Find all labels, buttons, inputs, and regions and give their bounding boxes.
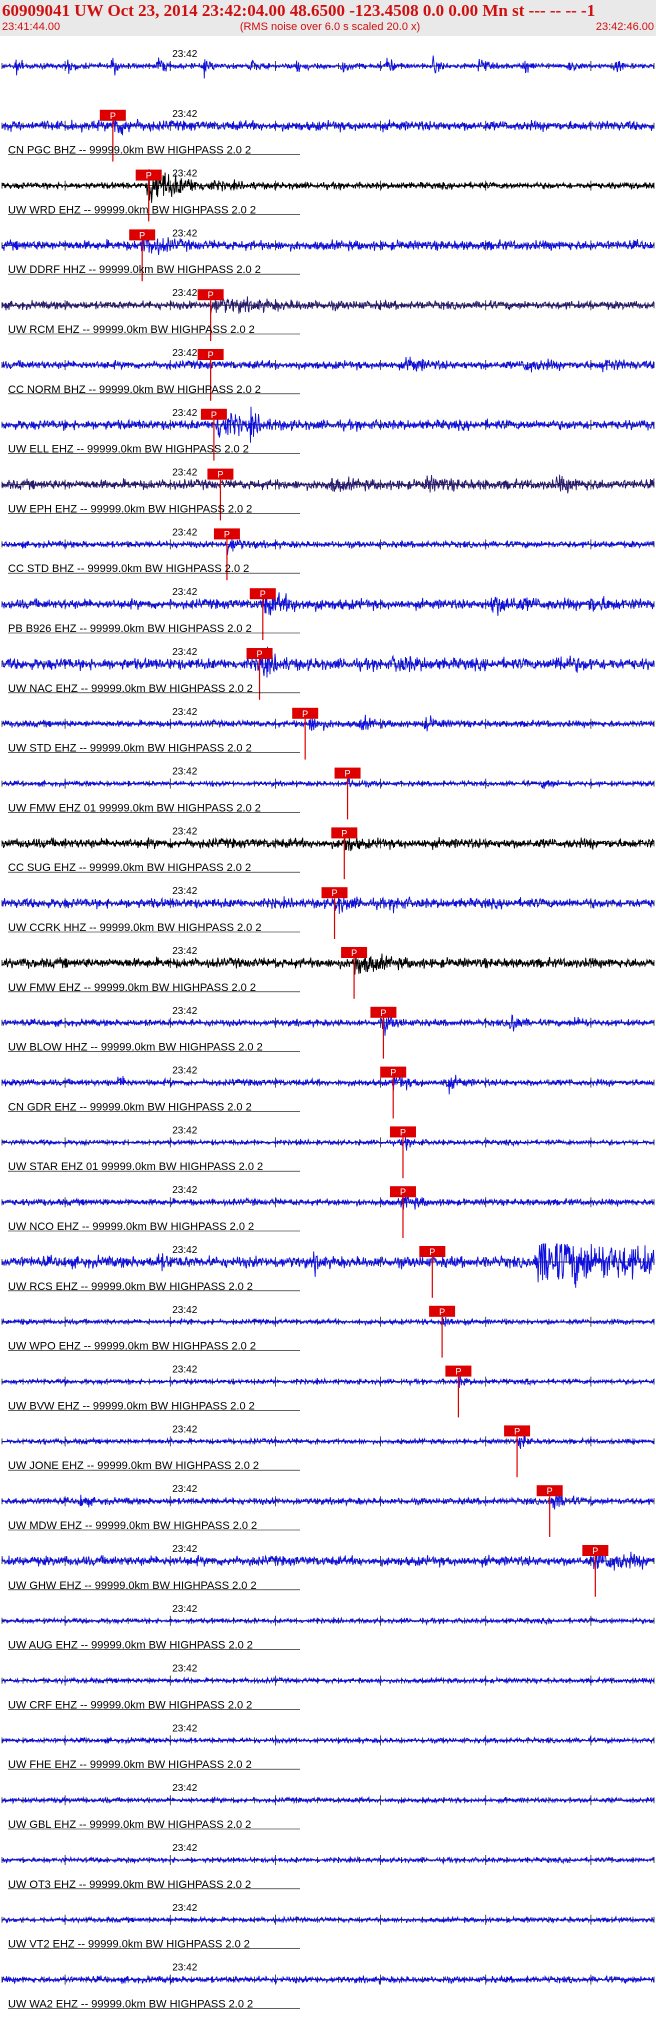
pick-label: P	[139, 230, 145, 240]
waveform-trace	[1, 1616, 655, 1626]
pick-label: P	[514, 1426, 520, 1436]
tick-label: 23:42	[172, 1066, 197, 1077]
tick-label: 23:42	[172, 1783, 197, 1794]
pick-label: P	[400, 1187, 406, 1197]
tick-label: 23:42	[172, 1664, 197, 1675]
tick-label: 23:42	[172, 228, 197, 239]
tick-label: 23:42	[172, 647, 197, 658]
waveform-trace	[1, 591, 655, 616]
pick-label: P	[146, 171, 152, 181]
pick-label: P	[208, 350, 214, 360]
waveform-trace	[1, 1014, 655, 1036]
tick-label: 23:42	[172, 1484, 197, 1495]
tick-label: 23:42	[172, 468, 197, 479]
waveform-trace	[1, 836, 655, 852]
waveform-trace	[1, 1546, 655, 1571]
tick-label: 23:42	[172, 109, 197, 120]
pick-label: P	[211, 410, 217, 420]
pick-label: P	[380, 1008, 386, 1018]
start-time: 23:41:44.00	[2, 21, 61, 33]
waveform-trace	[1, 646, 655, 678]
waveform-trace	[1, 1735, 655, 1745]
waveform-trace	[1, 1795, 655, 1805]
waveform-trace	[1, 474, 655, 494]
pick-label: P	[400, 1127, 406, 1137]
tick-label: 23:42	[172, 1185, 197, 1196]
tick-label: 23:42	[172, 1843, 197, 1854]
waveform-trace	[1, 229, 655, 255]
pick-label: P	[390, 1068, 396, 1078]
scale-note: (RMS noise over 6.0 s scaled 20.0 x)	[239, 21, 421, 33]
tick-label: 23:42	[172, 1903, 197, 1914]
waveform-trace	[1, 169, 655, 203]
pick-label: P	[257, 649, 263, 659]
event-title: 60909041 UW Oct 23, 2014 23:42:04.00 48.…	[2, 1, 596, 20]
tick-label: 23:42	[172, 49, 197, 60]
tick-label: 23:42	[172, 1245, 197, 1256]
tick-label: 23:42	[172, 527, 197, 538]
header-bar: 60909041 UW Oct 23, 2014 23:42:04.00 48.…	[0, 0, 656, 36]
waveform-trace	[1, 1435, 655, 1450]
tick-label: 23:42	[172, 1006, 197, 1017]
waveform-trace	[1, 356, 655, 373]
tick-label: 23:42	[172, 1125, 197, 1136]
tick-label: 23:42	[172, 1963, 197, 1974]
pick-label: P	[592, 1546, 598, 1556]
pick-label: P	[429, 1247, 435, 1257]
tick-label: 23:42	[172, 1723, 197, 1734]
seismogram-plot: 23:4223:42PCN PGC BHZ -- 99999.0km BW HI…	[1, 49, 655, 2010]
tick-label: 23:42	[172, 408, 197, 419]
waveform-trace	[1, 1375, 655, 1389]
pick-label: P	[224, 529, 230, 539]
tick-label: 23:42	[172, 1544, 197, 1555]
waveform-trace	[1, 1190, 655, 1210]
pick-label: P	[260, 589, 266, 599]
waveform-trace	[1, 1676, 655, 1685]
waveform-trace	[1, 1137, 655, 1151]
pick-label: P	[455, 1367, 461, 1377]
tick-label: 23:42	[172, 587, 197, 598]
tick-label: 23:42	[172, 1424, 197, 1435]
pick-label: P	[341, 828, 347, 838]
pick-label: P	[547, 1486, 553, 1496]
tick-label: 23:42	[172, 826, 197, 837]
pick-label: P	[439, 1307, 445, 1317]
tick-label: 23:42	[172, 348, 197, 359]
tick-label: 23:42	[172, 288, 197, 299]
pick-label: P	[351, 948, 357, 958]
tick-label: 23:42	[172, 946, 197, 957]
pick-label: P	[217, 470, 223, 480]
tick-label: 23:42	[172, 1305, 197, 1316]
tick-label: 23:42	[172, 886, 197, 897]
waveform-trace	[2, 117, 655, 136]
pick-label: P	[208, 290, 214, 300]
pick-label: P	[332, 888, 338, 898]
tick-label: 23:42	[172, 767, 197, 778]
pick-label: P	[110, 111, 116, 121]
pick-label: P	[345, 769, 351, 779]
waveform-trace	[1, 55, 655, 79]
tick-label: 23:42	[172, 1604, 197, 1615]
end-time: 23:42:46.00	[595, 21, 654, 33]
tick-label: 23:42	[172, 1365, 197, 1376]
waveform-trace	[1, 714, 655, 732]
tick-label: 23:42	[172, 707, 197, 718]
waveform-trace	[1, 539, 655, 556]
pick-label: P	[302, 709, 308, 719]
waveform-trace	[1, 953, 655, 975]
